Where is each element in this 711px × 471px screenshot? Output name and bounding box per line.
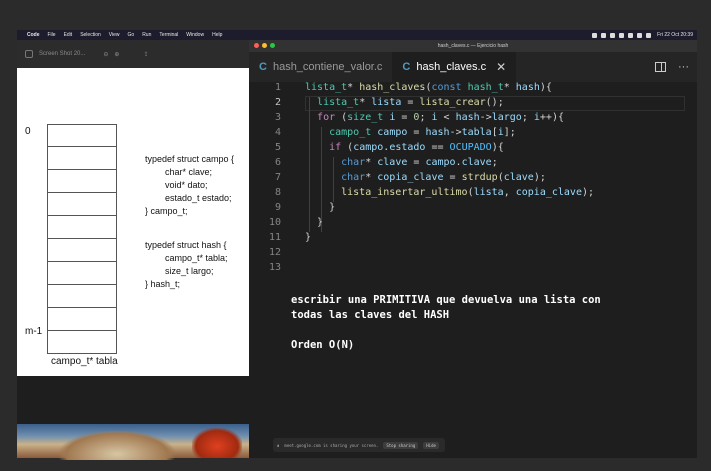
menu-run[interactable]: Run bbox=[142, 32, 151, 38]
more-actions-icon[interactable]: ··· bbox=[678, 61, 689, 73]
search-icon[interactable] bbox=[637, 32, 643, 38]
line-number: 13 bbox=[268, 262, 281, 273]
line-number: 5 bbox=[274, 142, 281, 153]
table-cell bbox=[47, 216, 117, 239]
struct-campo-text: typedef struct campo { char* clave; void… bbox=[145, 154, 235, 216]
menu-edit[interactable]: Edit bbox=[64, 32, 73, 38]
table-cell bbox=[47, 193, 117, 216]
instruction-line-1: escribir una PRIMITIVA que devuelva una … bbox=[291, 294, 601, 306]
code-line: lista_t* hash_claves(const hash_t* hash)… bbox=[305, 82, 552, 93]
editor-tabs: C hash_contiene_valor.c C hash_claves.c … bbox=[249, 52, 697, 82]
code-editor[interactable]: 1 2 3 4 5 6 7 8 9 10 11 12 13 lista_t* h… bbox=[249, 82, 697, 458]
menu-view[interactable]: View bbox=[109, 32, 120, 38]
close-tab-icon[interactable]: ✕ bbox=[496, 60, 506, 74]
minimize-window-icon[interactable] bbox=[262, 43, 267, 48]
window-controls bbox=[254, 43, 275, 48]
line-number: 2 bbox=[274, 97, 281, 108]
code-line: } bbox=[305, 217, 324, 228]
table-caption: campo_t* tabla bbox=[51, 356, 118, 367]
share-icon[interactable]: ⇪ bbox=[143, 51, 148, 58]
tab-hash-claves[interactable]: C hash_claves.c ✕ bbox=[392, 52, 517, 82]
table-cell bbox=[47, 124, 117, 147]
line-number: 10 bbox=[268, 217, 281, 228]
c-file-icon: C bbox=[259, 61, 267, 73]
table-cell bbox=[47, 147, 117, 170]
menu-app[interactable]: Code bbox=[27, 32, 40, 38]
stop-sharing-button[interactable]: Stop sharing bbox=[383, 441, 419, 449]
menu-file[interactable]: File bbox=[48, 32, 56, 38]
code-line: } bbox=[305, 232, 312, 243]
preview-window: Screen Shot 20... ⊖ ⊕ ⇪ 0 m-1 campo_t* t… bbox=[17, 40, 249, 460]
zoom-in-icon[interactable]: ⊕ bbox=[114, 51, 119, 58]
table-cell bbox=[47, 285, 117, 308]
status-icons bbox=[592, 32, 652, 38]
maximize-window-icon[interactable] bbox=[270, 43, 275, 48]
table-cell bbox=[47, 170, 117, 193]
tab-label: hash_claves.c bbox=[416, 61, 487, 73]
line-number: 4 bbox=[274, 127, 281, 138]
share-message: meet.google.com is sharing your screen. bbox=[284, 442, 379, 448]
editor-actions: ··· bbox=[655, 52, 689, 82]
battery-icon[interactable] bbox=[628, 32, 634, 38]
instruction-line-3: Orden O(N) bbox=[291, 339, 355, 351]
control-center-icon[interactable] bbox=[646, 32, 652, 38]
menu-terminal[interactable]: Terminal bbox=[159, 32, 178, 38]
preview-bottom bbox=[17, 376, 249, 426]
menu-bar: Code File Edit Selection View Go Run Ter… bbox=[17, 30, 697, 40]
desktop-wallpaper bbox=[17, 424, 249, 460]
code-line: for (size_t i = 0; i < hash->largo; i++)… bbox=[317, 112, 564, 123]
bluetooth-icon[interactable] bbox=[610, 32, 616, 38]
line-number: 8 bbox=[274, 187, 281, 198]
line-number: 9 bbox=[274, 202, 281, 213]
instruction-line-2: todas las claves del HASH bbox=[291, 309, 450, 321]
index-zero-label: 0 bbox=[25, 126, 31, 137]
table-cell bbox=[47, 262, 117, 285]
hide-button[interactable]: Hide bbox=[423, 441, 439, 449]
menu-selection[interactable]: Selection bbox=[80, 32, 101, 38]
vscode-window: hash_claves.c — Ejercicio hash C hash_co… bbox=[249, 40, 697, 458]
split-editor-icon[interactable] bbox=[655, 62, 666, 72]
table-cell bbox=[47, 239, 117, 262]
sidebar-toggle-icon[interactable] bbox=[25, 50, 33, 58]
code-line: char* clave = campo.clave; bbox=[341, 157, 498, 168]
wifi-icon[interactable] bbox=[619, 32, 625, 38]
table-cell bbox=[47, 308, 117, 331]
tab-label: hash_contiene_valor.c bbox=[272, 61, 383, 73]
c-file-icon: C bbox=[402, 61, 411, 73]
code-line: campo_t campo = hash->tabla[i]; bbox=[329, 127, 516, 138]
menu-go[interactable]: Go bbox=[128, 32, 135, 38]
screenshot-canvas: 0 m-1 campo_t* tabla typedef struct camp… bbox=[17, 68, 249, 405]
line-number: 6 bbox=[274, 157, 281, 168]
settings-icon[interactable] bbox=[601, 32, 607, 38]
table-cell bbox=[47, 331, 117, 354]
tab-hash-contiene-valor[interactable]: C hash_contiene_valor.c bbox=[249, 52, 392, 82]
code-line: lista_t* lista = lista_crear(); bbox=[317, 97, 504, 108]
line-number: 1 bbox=[274, 82, 281, 93]
code-line: lista_insertar_ultimo(lista, copia_clave… bbox=[341, 187, 595, 198]
screen-share-bar: ▮ meet.google.com is sharing your screen… bbox=[273, 438, 445, 452]
window-title-text: hash_claves.c — Ejercicio hash bbox=[437, 43, 509, 49]
code-line: if (campo.estado == OCUPADO){ bbox=[329, 142, 504, 153]
line-number: 7 bbox=[274, 172, 281, 183]
menu-clock[interactable]: Fri 22 Oct 20:39 bbox=[657, 32, 693, 38]
code-line: } bbox=[305, 202, 336, 213]
preview-title: Screen Shot 20... bbox=[39, 51, 86, 57]
share-indicator-icon: ▮ bbox=[277, 442, 280, 448]
menu-window[interactable]: Window bbox=[186, 32, 204, 38]
preview-toolbar: Screen Shot 20... ⊖ ⊕ ⇪ bbox=[17, 40, 249, 68]
zoom-out-icon[interactable]: ⊖ bbox=[103, 51, 108, 58]
line-number: 12 bbox=[268, 247, 281, 258]
index-last-label: m-1 bbox=[25, 326, 43, 337]
line-number: 11 bbox=[268, 232, 281, 243]
close-window-icon[interactable] bbox=[254, 43, 259, 48]
dropbox-icon[interactable] bbox=[592, 32, 598, 38]
struct-hash-text: typedef struct hash { campo_t* tabla; si… bbox=[145, 240, 228, 289]
menu-help[interactable]: Help bbox=[212, 32, 222, 38]
code-line: char* copia_clave = strdup(clave); bbox=[341, 172, 546, 183]
line-number: 3 bbox=[274, 112, 281, 123]
window-title: hash_claves.c — Ejercicio hash bbox=[249, 40, 697, 52]
